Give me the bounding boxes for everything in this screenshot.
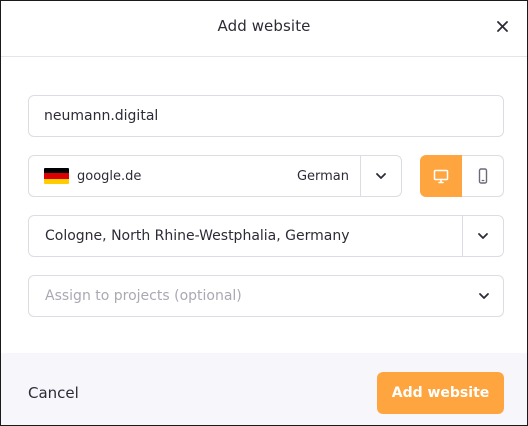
dialog-title: Add website [217, 17, 311, 35]
domain-input[interactable] [28, 95, 504, 137]
location-dropdown-toggle[interactable] [462, 216, 503, 256]
projects-dropdown-toggle[interactable] [477, 289, 491, 303]
add-website-button[interactable]: Add website [377, 372, 504, 414]
desktop-device-button[interactable] [420, 155, 462, 197]
mobile-device-button[interactable] [462, 155, 504, 197]
search-engine-dropdown-toggle[interactable] [360, 156, 401, 196]
projects-select[interactable]: Assign to projects (optional) [28, 275, 504, 317]
device-toggle [420, 155, 504, 197]
projects-placeholder: Assign to projects (optional) [45, 288, 242, 304]
chevron-down-icon [478, 233, 488, 239]
close-button[interactable] [491, 15, 513, 37]
search-engine-select[interactable]: google.de German [28, 155, 402, 197]
cancel-button[interactable]: Cancel [28, 384, 79, 402]
location-value: Cologne, North Rhine-Westphalia, Germany [45, 228, 350, 244]
add-website-dialog: Add website google.de German [0, 0, 528, 426]
mobile-icon [478, 168, 487, 184]
chevron-down-icon [376, 173, 386, 179]
dialog-header: Add website [1, 1, 527, 57]
desktop-icon [433, 169, 449, 183]
close-icon [496, 20, 508, 32]
search-engine-language: German [296, 169, 349, 184]
dialog-footer: Cancel Add website [1, 353, 527, 425]
search-engine-name: google.de [77, 168, 142, 184]
chevron-down-icon [479, 293, 489, 299]
location-select[interactable]: Cologne, North Rhine-Westphalia, Germany [28, 215, 504, 257]
germany-flag-icon [44, 168, 69, 184]
